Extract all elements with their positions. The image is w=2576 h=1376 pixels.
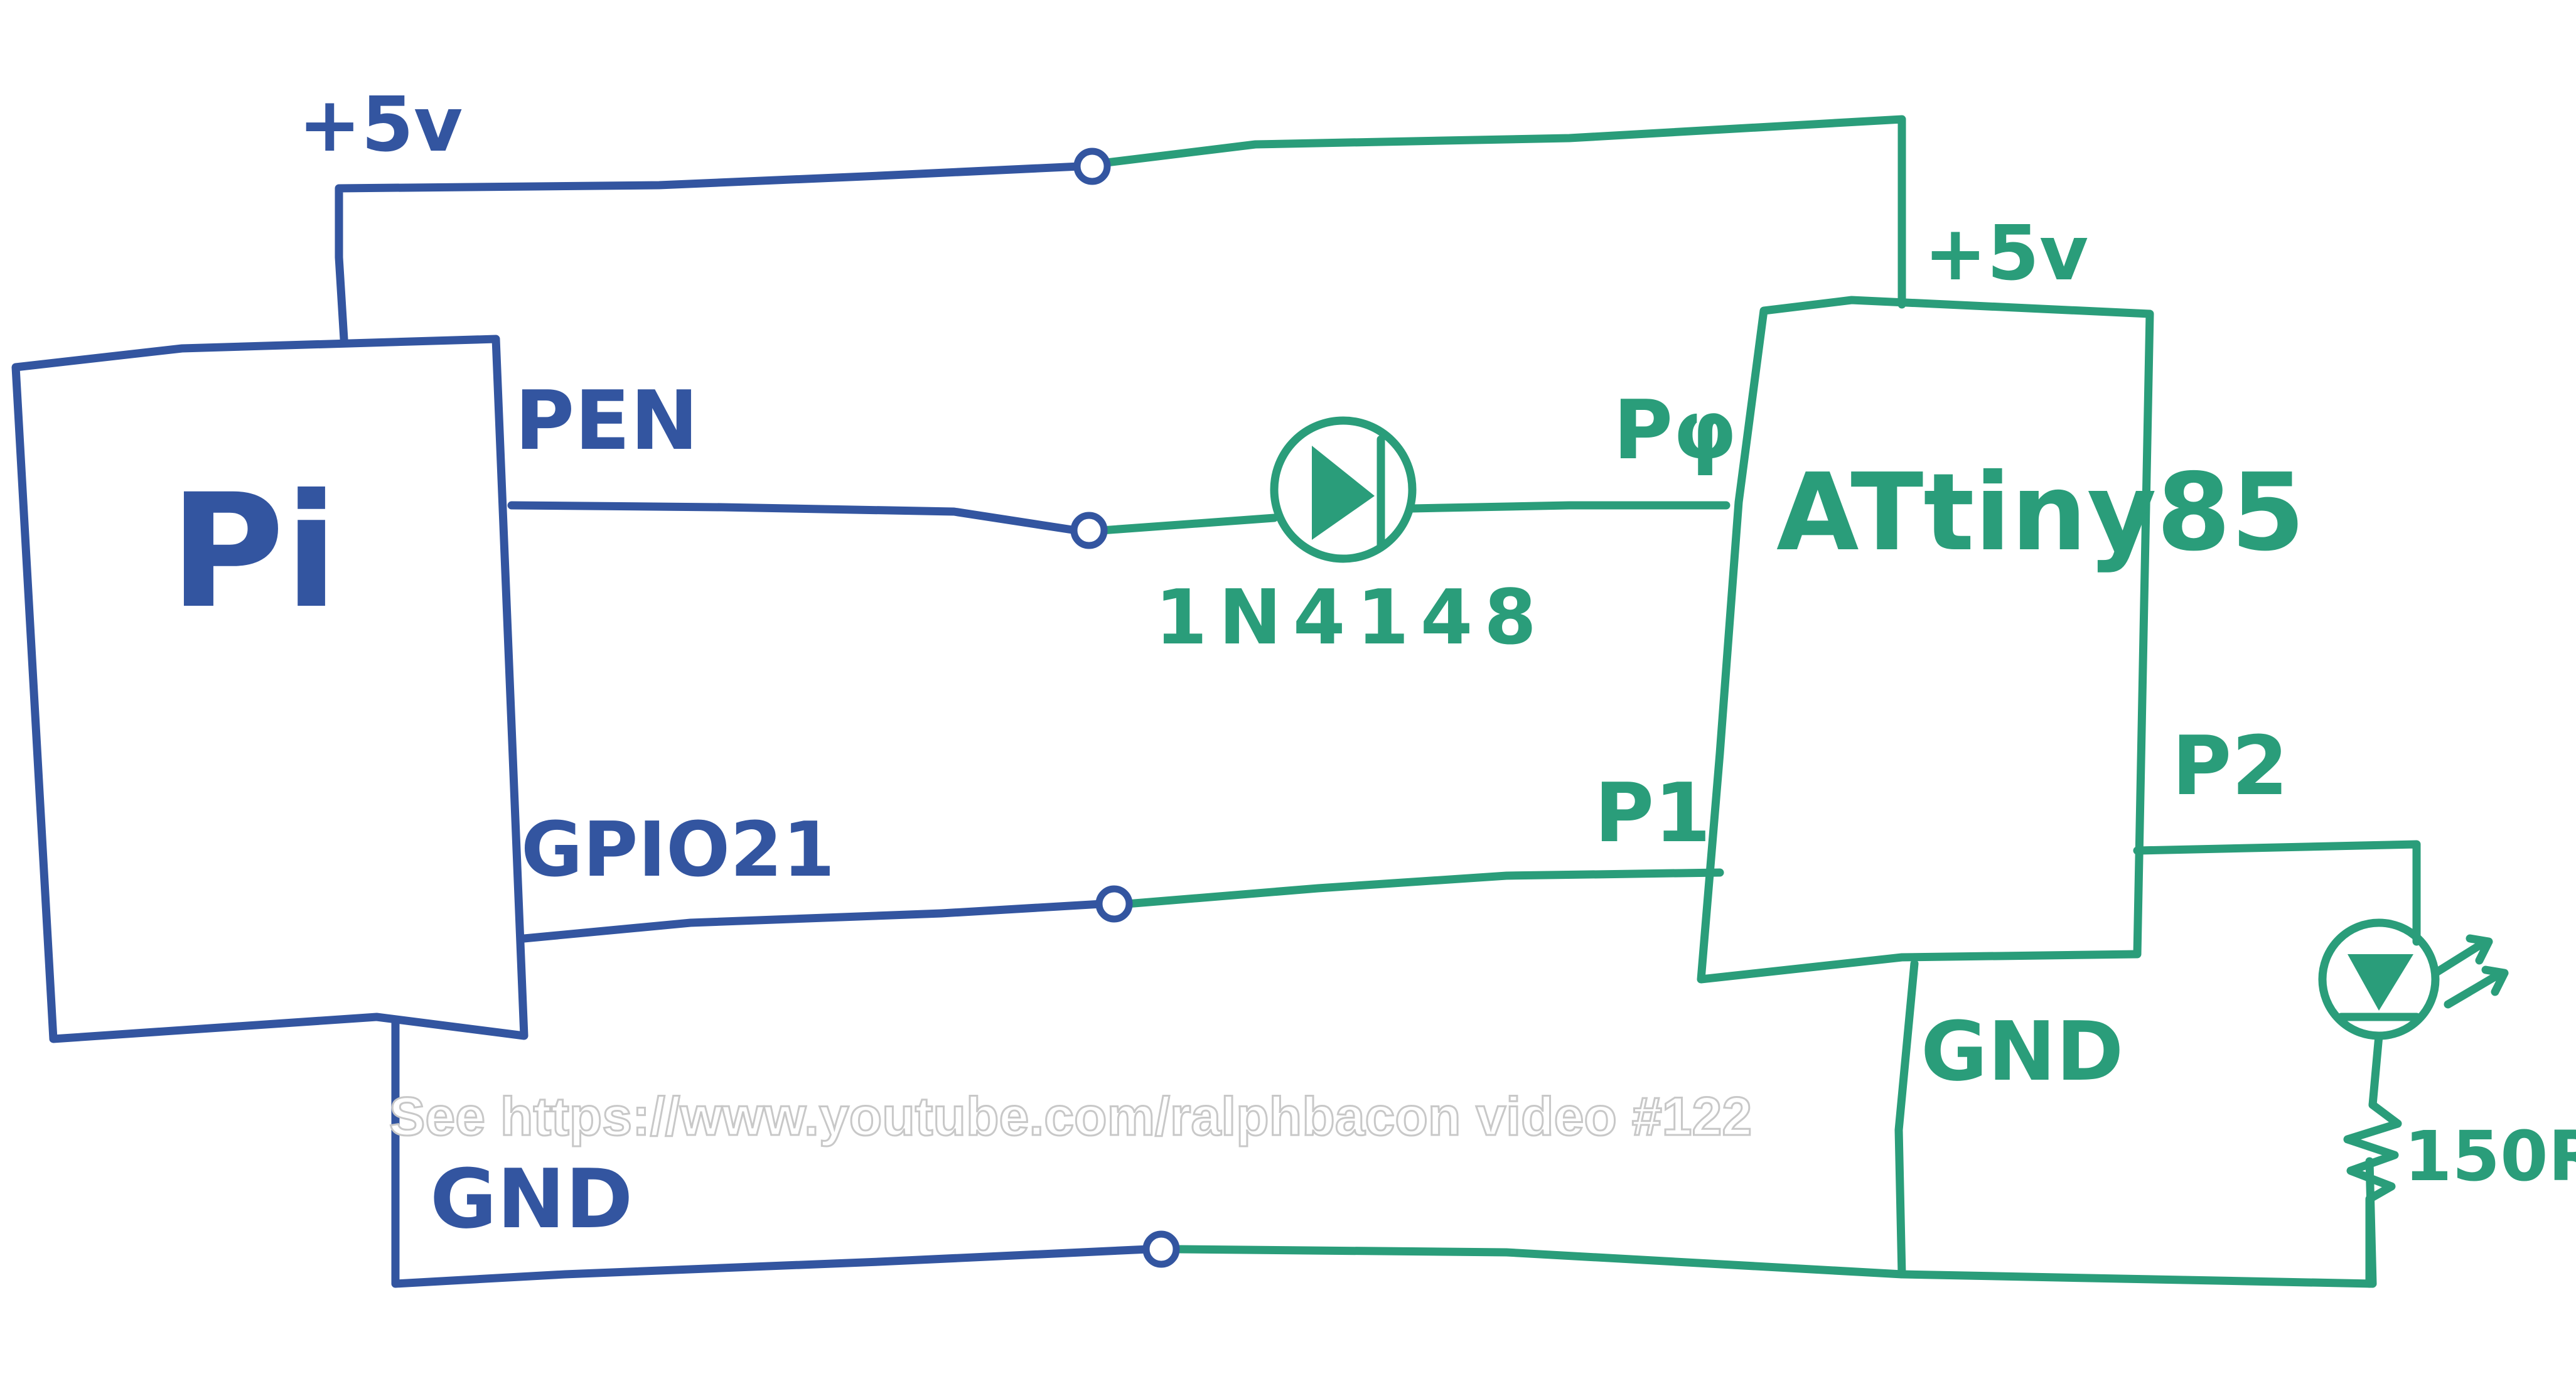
- led: [2318, 918, 2509, 1109]
- attiny-p2-label: P2: [2172, 718, 2289, 814]
- attiny-p1-wire: [1122, 868, 1724, 908]
- pi-pen-label: PEN: [515, 373, 699, 468]
- attiny-gnd-label: GND: [1921, 1004, 2123, 1099]
- circuit-diagram: Pi +5v PEN GPIO21 GND ATtiny85 +5v Pφ P1…: [0, 0, 2576, 1376]
- attiny-p0-label: Pφ: [1613, 382, 1737, 478]
- resistor-label: 150R: [2404, 1116, 2576, 1196]
- led-arrow-2-icon: [2444, 965, 2509, 1009]
- node-gnd: [1142, 1230, 1180, 1268]
- pi-box: [11, 335, 529, 1043]
- attiny-box: [1697, 296, 2154, 984]
- led-triangle-icon: [2348, 954, 2413, 1011]
- attiny-p1-label: P1: [1594, 765, 1711, 861]
- pi-title: Pi: [169, 460, 338, 643]
- pi-5v-label: +5v: [298, 82, 463, 169]
- schematic-canvas: Pi +5v PEN GPIO21 GND ATtiny85 +5v Pφ P1…: [11, 82, 2576, 1288]
- attiny-5v-wire: [1097, 115, 1906, 309]
- pi-gnd-label: GND: [430, 1151, 633, 1247]
- led-to-resistor-wire: [2368, 1031, 2383, 1109]
- attiny-gnd-wire: [1176, 1157, 2377, 1288]
- node-5v: [1073, 148, 1111, 185]
- attiny-title: ATtiny85: [1776, 451, 2305, 575]
- pi-5v-wire: [335, 162, 1084, 343]
- diode-label: 1N4148: [1155, 574, 1548, 662]
- resistor-150r: [2343, 1100, 2402, 1288]
- pi-pen-wire: [507, 501, 1081, 535]
- pi-gpio21-wire: [520, 900, 1106, 943]
- watermark-text: See https://www.youtube.com/ralphbacon v…: [389, 1087, 1752, 1147]
- diode-1n4148: [1270, 416, 1417, 563]
- node-pen: [1070, 512, 1108, 549]
- diode-triangle-icon: [1312, 446, 1375, 540]
- led-arrow-1-icon: [2431, 934, 2493, 977]
- attiny-5v-label: +5v: [1924, 210, 2088, 298]
- attiny-gnd-drop: [1894, 959, 1919, 1279]
- attiny-p0-wire-right: [1408, 501, 1731, 513]
- attiny-p0-wire: [1097, 513, 1279, 535]
- node-gpio21: [1095, 885, 1133, 923]
- pi-gpio21-label: GPIO21: [521, 807, 835, 894]
